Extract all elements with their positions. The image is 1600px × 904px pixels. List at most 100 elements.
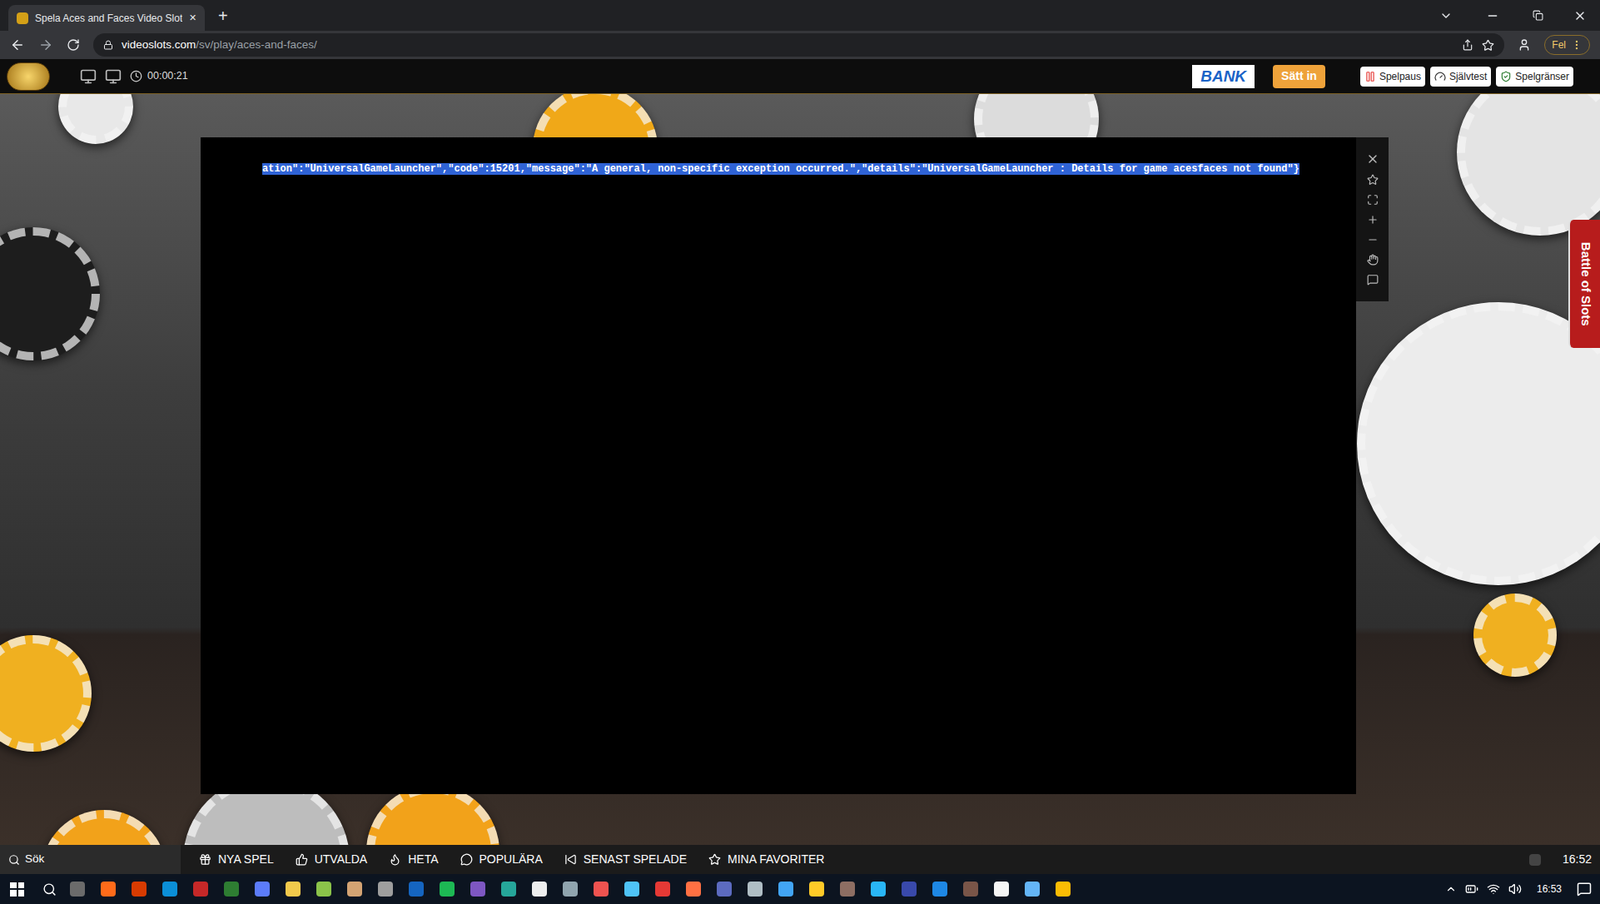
taskbar-app-icon[interactable] [501,881,517,897]
favorite-icon[interactable] [1366,173,1379,186]
taskbar-app-icon[interactable] [193,881,209,897]
zoom-in-icon[interactable] [1366,213,1379,226]
profile-icon[interactable] [1517,38,1531,52]
taskbar-clock[interactable]: 16:53 [1536,881,1562,897]
favicon-icon [16,12,29,25]
fullscreen-icon[interactable] [1366,193,1379,206]
profile-badge[interactable]: Fel [1544,34,1591,55]
battery-icon[interactable] [1465,882,1479,896]
search-field[interactable]: Sök [0,844,181,875]
minimize-icon[interactable] [1485,9,1500,23]
taskbar-app-icon[interactable] [347,881,363,897]
taskbar-app-icon[interactable] [377,881,393,897]
tab-title: Spela Aces and Faces Video Slot [34,10,183,26]
new-tab-button[interactable]: + [218,3,229,29]
taskbar-app-icon[interactable] [993,881,1009,897]
nav-item[interactable]: NYA SPEL [198,850,274,869]
taskbar-app-icon[interactable] [316,881,332,897]
tool-icon [1434,70,1446,83]
address-bar[interactable]: videoslots.com/sv/play/aces-and-faces/ [93,33,1505,57]
poker-chip [58,94,134,145]
taskbar-app-icon[interactable] [809,881,825,897]
screen: Spela Aces and Faces Video Slot✕+videosl… [0,0,1600,904]
browser-toolbar: videoslots.com/sv/play/aces-and-faces/Fe… [0,30,1600,60]
taskbar-app-icon[interactable] [470,881,486,897]
taskbar-app-icon[interactable] [747,881,763,897]
nav-item[interactable]: POPULÄRA [460,850,543,869]
restore-icon[interactable] [1532,9,1544,21]
taskbar-app-icon[interactable] [254,881,270,897]
nav-item[interactable]: MINA FAVORITER [708,850,825,869]
layout-single-icon[interactable] [79,68,97,85]
url: videoslots.com/sv/play/aces-and-faces/ [121,36,318,54]
game-toolbar [1356,137,1389,302]
volume-icon[interactable] [1508,882,1522,896]
taskbar-app-icon[interactable] [963,881,979,897]
nav-icon [295,853,309,866]
responsible-gaming-button[interactable]: Självtest [1430,66,1491,87]
taskbar-app-icon[interactable] [223,881,239,897]
taskbar-app-icon[interactable] [1055,881,1071,897]
layout-multi-icon[interactable] [104,68,122,85]
back-icon[interactable] [9,37,25,53]
taskbar-app-icon[interactable] [439,881,455,897]
poker-chip [0,227,100,361]
battle-of-slots-tab[interactable]: Battle of Slots [1568,219,1600,348]
bank-button[interactable]: BANK [1192,64,1255,89]
taskbar-search-icon[interactable] [42,882,57,897]
browser-tab[interactable]: Spela Aces and Faces Video Slot ✕ [8,4,205,31]
tool-icon [1500,70,1512,83]
poker-chip [1473,593,1557,677]
site-clock: 16:52 [1562,850,1592,869]
nav-item[interactable]: SENAST SPELADE [564,850,687,869]
taskbar-app-icon[interactable] [685,881,701,897]
taskbar-app-icon[interactable] [624,881,640,897]
taskbar-app-icon[interactable] [593,881,609,897]
taskbar-app-icon[interactable] [100,881,116,897]
search-icon [8,854,20,866]
tab-close-button[interactable]: ✕ [188,10,197,25]
game-frame[interactable]: ation":"UniversalGameLauncher","code":15… [200,137,1357,795]
tab-search-icon[interactable] [1439,9,1453,23]
taskbar-app-icon[interactable] [655,881,671,897]
share-icon[interactable] [1461,39,1474,51]
taskbar-app-icon[interactable] [716,881,732,897]
taskbar-app-icon[interactable] [408,881,424,897]
taskbar-app-icon[interactable] [285,881,301,897]
taskbar-app-icon[interactable] [69,881,85,897]
taskbar-app-icon[interactable] [839,881,855,897]
reload-icon[interactable] [66,38,80,52]
taskbar-app-icon[interactable] [562,881,578,897]
taskbar-app-icon[interactable] [778,881,794,897]
taskbar-app-icon[interactable] [1024,881,1040,897]
taskbar-app-icon[interactable] [870,881,886,897]
responsible-gaming-button[interactable]: Spelgränser [1495,66,1574,87]
notifications-icon[interactable] [1576,881,1592,897]
close-game-icon[interactable] [1366,152,1380,166]
poker-chip [41,809,167,845]
error-message[interactable]: ation":"UniversalGameLauncher","code":15… [262,163,1300,175]
taskbar-app-icon[interactable] [162,881,178,897]
tray-expand-icon[interactable] [1445,883,1457,895]
wifi-icon[interactable] [1486,882,1501,896]
site-logo-icon[interactable] [6,62,50,91]
close-window-icon[interactable] [1573,9,1587,23]
zoom-out-icon[interactable] [1366,233,1379,246]
taskbar-app-icon[interactable] [531,881,547,897]
windows-start-icon[interactable] [9,882,25,897]
nav-item[interactable]: HETA [388,850,438,869]
forward-icon[interactable] [38,37,54,53]
deposit-button[interactable]: Sätt in [1272,64,1326,89]
taskbar-app-icon[interactable] [901,881,917,897]
bookmark-icon[interactable] [1481,39,1495,52]
chat-toggle-icon[interactable] [1529,854,1541,866]
poker-chip [1456,94,1600,236]
site-header: 00:00:21BANKSätt inSpelpausSjälvtestSpel… [0,59,1600,95]
nav-item[interactable]: UTVALDA [295,850,368,869]
taskbar-app-icon[interactable] [131,881,147,897]
responsible-gaming-button[interactable]: Spelpaus [1360,66,1426,87]
hand-icon[interactable] [1366,253,1379,266]
window-controls [1422,0,1600,31]
taskbar-app-icon[interactable] [932,881,948,897]
chat-icon[interactable] [1366,273,1379,286]
